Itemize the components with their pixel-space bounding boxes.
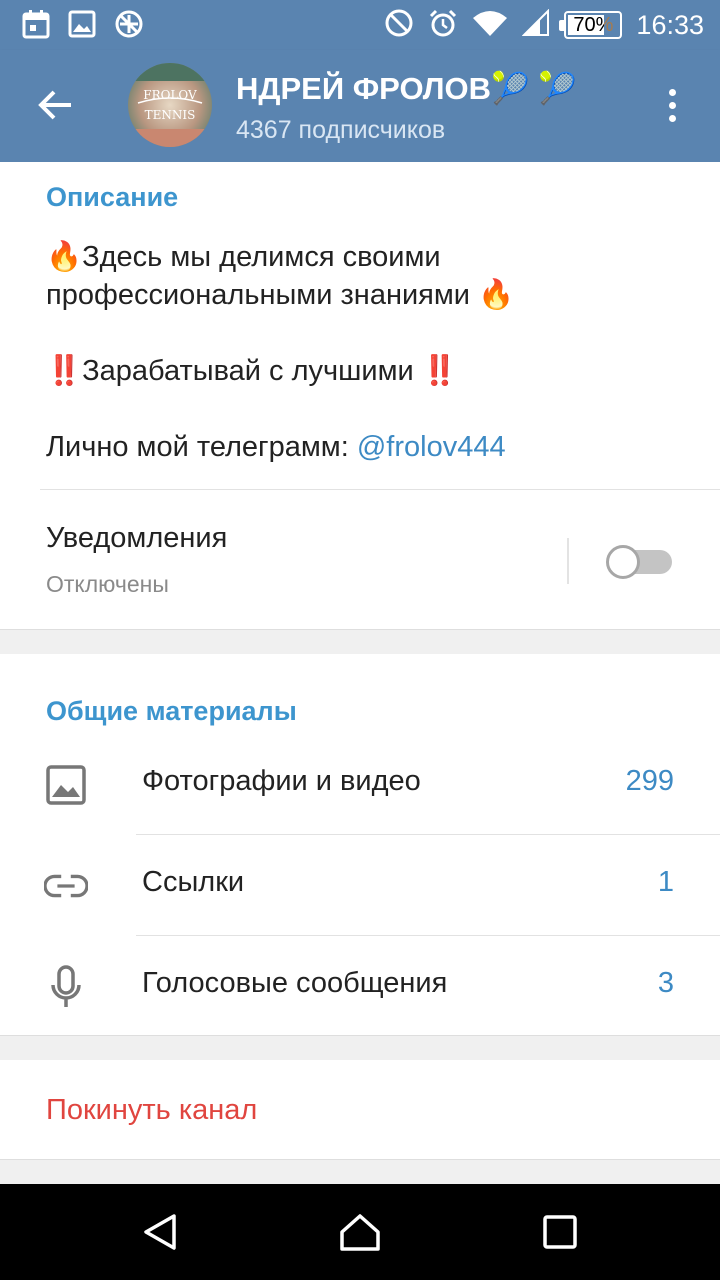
battery-icon: 70% bbox=[559, 11, 623, 39]
divider bbox=[40, 489, 720, 490]
description-line: Лично мой телеграмм: @frolov444 bbox=[46, 428, 686, 466]
notifications-toggle[interactable] bbox=[606, 544, 672, 579]
description-line: 🔥Здесь мы делимся своими bbox=[46, 241, 441, 273]
photo-icon bbox=[44, 763, 88, 807]
wifi-icon bbox=[472, 9, 508, 41]
avatar-text-line1: FROLOV bbox=[143, 88, 197, 102]
media-label: Фотографии и видео bbox=[142, 765, 421, 797]
channel-info-card: Описание 🔥Здесь мы делимся своими профес… bbox=[0, 162, 720, 630]
mention-link[interactable]: @frolov444 bbox=[357, 431, 506, 463]
media-row-photos[interactable]: Фотографии и видео 299 bbox=[0, 733, 720, 833]
do-not-disturb-icon bbox=[384, 8, 414, 42]
notifications-status: Отключены bbox=[46, 571, 169, 597]
status-bar: 70% 16:33 bbox=[0, 0, 720, 50]
signal-icon bbox=[522, 8, 550, 41]
back-triangle-icon bbox=[144, 1214, 176, 1250]
notifications-label[interactable]: Уведомления bbox=[46, 522, 227, 555]
status-left-icons bbox=[22, 10, 144, 42]
home-icon bbox=[340, 1214, 380, 1251]
media-count: 1 bbox=[657, 866, 674, 898]
nav-back-button[interactable] bbox=[130, 1202, 190, 1262]
avatar-text-line2: TENNIS bbox=[145, 108, 196, 122]
leave-channel-button[interactable]: Покинуть канал bbox=[46, 1094, 257, 1127]
alarm-icon bbox=[428, 8, 458, 42]
description-title: Описание bbox=[46, 182, 179, 212]
channel-avatar[interactable]: FROLOV TENNIS bbox=[128, 63, 212, 147]
media-row-voice[interactable]: Голосовые сообщения 3 bbox=[0, 935, 720, 1035]
channel-title: НДРЕЙ ФРОЛОВ🎾 🎾 bbox=[236, 71, 577, 106]
media-row-links[interactable]: Ссылки 1 bbox=[0, 834, 720, 934]
leave-channel-card: Покинуть канал bbox=[0, 1060, 720, 1160]
status-right-icons: 70% 16:33 bbox=[384, 8, 704, 42]
more-button[interactable] bbox=[654, 80, 690, 130]
shared-media-card: Общие материалы Фотографии и видео 299 С… bbox=[0, 654, 720, 1036]
battery-level: 70% bbox=[573, 14, 614, 36]
media-count: 3 bbox=[657, 967, 674, 999]
blocked-icon bbox=[114, 9, 144, 43]
image-icon bbox=[68, 10, 96, 42]
description-text: 🔥Здесь мы делимся своими профессиональны… bbox=[46, 238, 686, 466]
media-label: Ссылки bbox=[142, 866, 245, 898]
status-time: 16:33 bbox=[636, 9, 704, 40]
back-arrow-icon bbox=[38, 90, 71, 120]
nav-home-button[interactable] bbox=[330, 1202, 390, 1262]
recents-icon bbox=[543, 1215, 577, 1249]
system-nav-bar bbox=[0, 1184, 720, 1280]
media-label: Голосовые сообщения bbox=[142, 967, 448, 999]
link-icon bbox=[44, 864, 88, 908]
description-line: профессиональными знаниями 🔥 bbox=[46, 279, 515, 311]
subscriber-count: 4367 подписчиков bbox=[236, 116, 446, 144]
vertical-separator bbox=[567, 538, 569, 584]
more-vertical-icon bbox=[668, 88, 676, 96]
personal-telegram-label: Лично мой телеграмм: bbox=[46, 431, 357, 463]
media-count: 299 bbox=[625, 765, 674, 797]
channel-header: FROLOV TENNIS НДРЕЙ ФРОЛОВ🎾 🎾 4367 подпи… bbox=[0, 50, 720, 162]
description-line: ‼️Зарабатывай с лучшими ‼️ bbox=[46, 355, 458, 387]
microphone-icon bbox=[44, 965, 88, 1009]
back-button[interactable] bbox=[30, 80, 80, 130]
nav-recents-button[interactable] bbox=[530, 1202, 590, 1262]
calendar-icon bbox=[22, 9, 50, 43]
shared-media-title: Общие материалы bbox=[46, 696, 297, 726]
